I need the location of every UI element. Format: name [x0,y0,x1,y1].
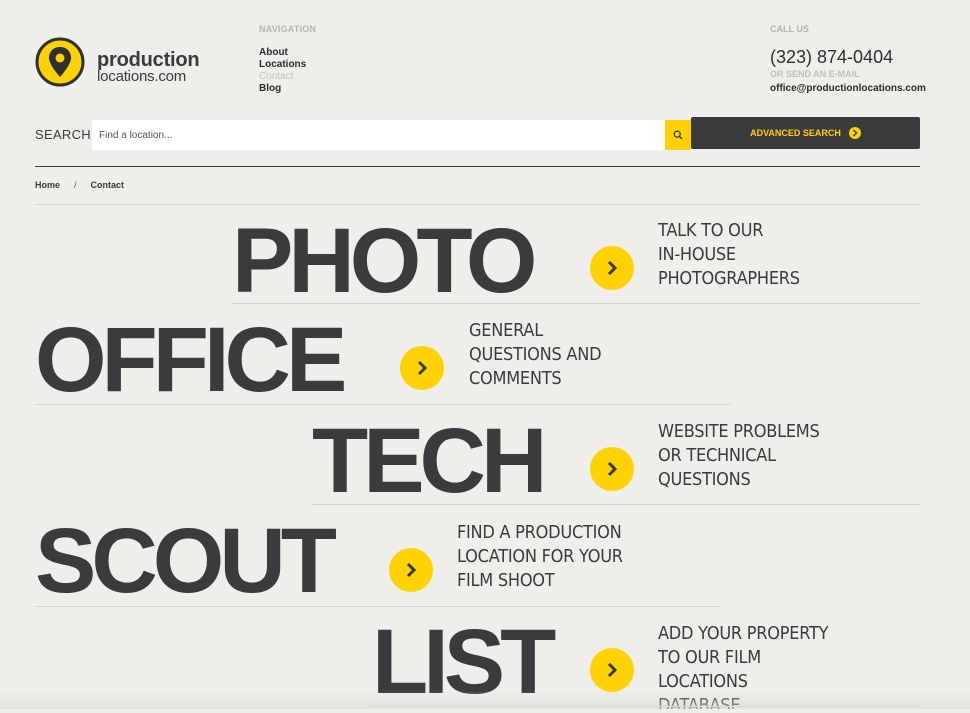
chevron-right-icon [607,260,618,276]
call-us-heading: CALL US [770,24,809,34]
contact-desc-list: ADD YOUR PROPERTY TO OUR FILM LOCATIONS … [658,622,828,709]
chevron-right-icon [848,127,861,139]
advanced-search-button[interactable]: ADVANCED SEARCH [691,117,920,149]
row-divider [372,706,920,707]
row-divider [35,404,731,405]
contact-desc-line: TO OUR FILM [658,647,761,668]
contact-desc-line: LOCATION FOR YOUR [457,546,623,567]
logo-pin-icon[interactable] [35,37,85,87]
contact-desc-line: LOCATIONS [658,671,748,692]
contact-desc-line: PHOTOGRAPHERS [658,268,800,289]
chevron-right-icon [607,461,618,477]
contact-title-tech[interactable]: TECH [312,415,547,507]
contact-desc-tech: WEBSITE PROBLEMS OR TECHNICAL QUESTIONS [658,420,820,492]
contact-desc-line: TALK TO OUR [658,220,764,241]
contact-title-list[interactable]: LIST [372,616,556,708]
breadcrumb-divider [35,204,920,205]
contact-desc-line: ADD YOUR PROPERTY [658,623,829,644]
contact-desc-line: WEBSITE PROBLEMS [658,421,820,442]
contact-desc-line: GENERAL [469,320,543,341]
navigation-heading: NAVIGATION [259,24,317,34]
nav-link-about[interactable]: About [259,47,306,59]
chevron-right-icon [406,562,417,578]
contact-desc-line: QUESTIONS AND [469,344,602,365]
search-icon [673,130,683,140]
contact-desc-line: FIND A PRODUCTION [457,522,622,543]
breadcrumb-separator: / [74,180,77,190]
contact-arrow-photo[interactable] [590,246,634,290]
contact-arrow-list[interactable] [590,648,634,692]
email-heading: OR SEND AN E-MAIL [770,69,860,79]
contact-title-scout[interactable]: SCOUT [35,515,337,607]
nav-link-contact[interactable]: Contact [259,71,306,83]
advanced-search-label: ADVANCED SEARCH [750,128,841,138]
email-link[interactable]: office@productionlocations.com [770,83,926,94]
chevron-right-icon [417,360,428,376]
contact-title-photo[interactable]: PHOTO [232,215,537,307]
contact-title-office[interactable]: OFFICE [35,314,347,406]
contact-desc-line: OR TECHNICAL [658,445,776,466]
chevron-right-icon [607,662,618,678]
contact-desc-office: GENERAL QUESTIONS AND COMMENTS [469,319,602,391]
breadcrumb-current: Contact [90,180,125,190]
nav-link-locations[interactable]: Locations [259,59,306,71]
header-divider [35,166,920,167]
contact-desc-photo: TALK TO OUR IN-HOUSE PHOTOGRAPHERS [658,219,800,291]
nav-link-blog[interactable]: Blog [259,83,306,95]
row-divider [312,504,920,505]
search-label: SEARCH: [35,127,95,142]
navigation-list: About Locations Contact Blog [259,47,306,95]
row-divider [232,303,920,304]
contact-desc-line: QUESTIONS [658,469,751,490]
search-button[interactable] [665,120,691,150]
contact-desc-scout: FIND A PRODUCTION LOCATION FOR YOUR FILM… [457,521,623,593]
breadcrumb-home[interactable]: Home [35,180,60,190]
contact-desc-line: COMMENTS [469,368,562,389]
search-input[interactable] [92,120,665,150]
logo-wordmark-bottom[interactable]: locations.com [97,68,186,85]
breadcrumb: Home / Contact [35,180,124,190]
contact-arrow-office[interactable] [400,346,444,390]
contact-arrow-scout[interactable] [389,548,433,592]
phone-number[interactable]: (323) 874-0404 [770,47,893,68]
contact-desc-line: FILM SHOOT [457,570,555,591]
row-divider [35,606,719,607]
contact-arrow-tech[interactable] [590,447,634,491]
contact-desc-line: IN-HOUSE [658,244,736,265]
